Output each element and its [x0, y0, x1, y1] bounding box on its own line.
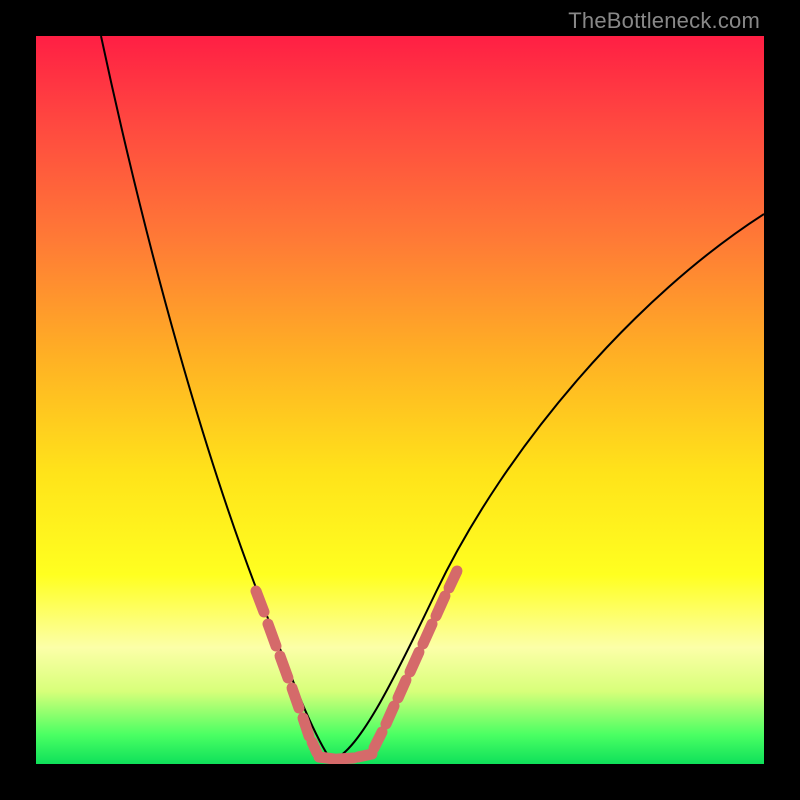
dash-right-1 [374, 732, 382, 748]
dash-right-7 [449, 571, 457, 588]
dash-left-6 [312, 742, 317, 753]
dash-trough-3 [358, 754, 372, 757]
dash-right-2 [386, 706, 394, 724]
dash-right-5 [423, 624, 432, 644]
dash-right-4 [410, 652, 419, 672]
bottleneck-chart [36, 36, 764, 764]
watermark-text: TheBottleneck.com [568, 8, 760, 34]
dash-left-5 [303, 718, 309, 736]
dash-trough-1 [319, 757, 334, 759]
dash-right-6 [436, 596, 445, 616]
dash-left-4 [292, 688, 299, 708]
dash-left-1 [256, 591, 264, 612]
dash-left-3 [280, 656, 288, 678]
bottleneck-curve [101, 36, 764, 760]
dash-trough-2 [338, 758, 354, 759]
plot-area [36, 36, 764, 764]
dash-left-2 [268, 624, 276, 646]
dash-right-3 [398, 680, 406, 698]
